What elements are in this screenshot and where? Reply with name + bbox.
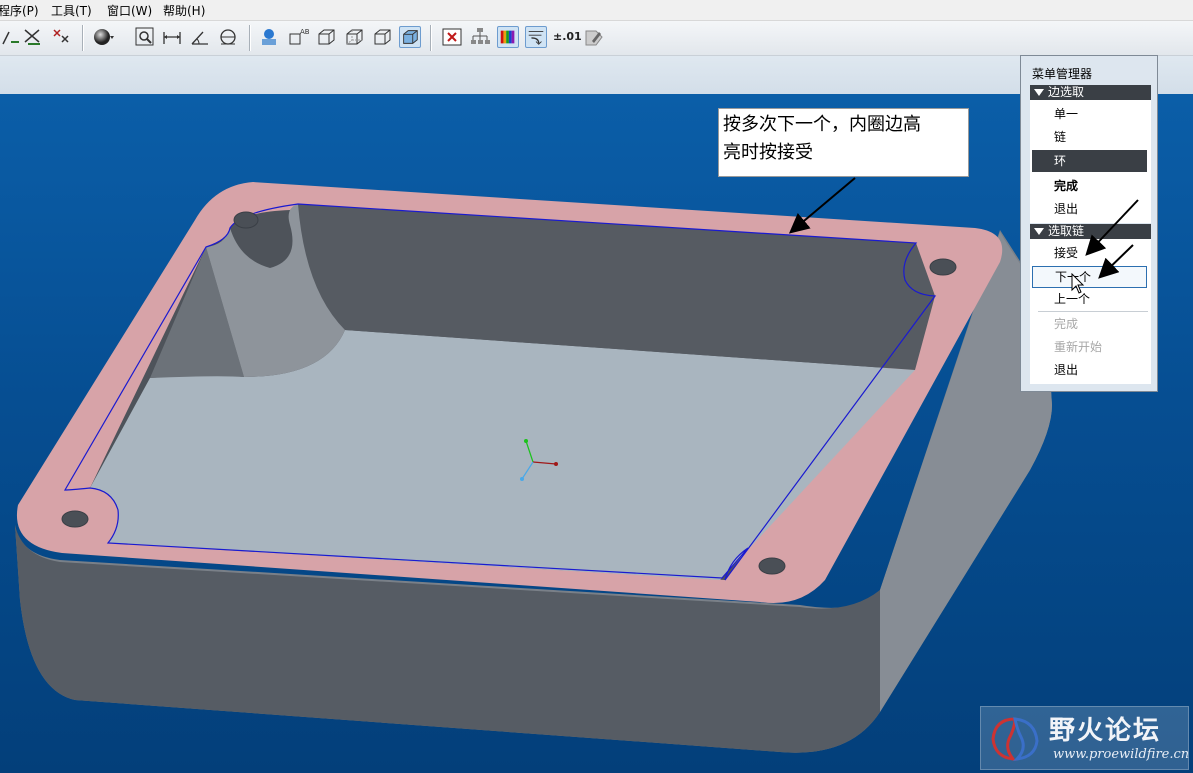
menu-item-chain[interactable]: 链 xyxy=(1032,126,1147,148)
edit-icon[interactable] xyxy=(583,26,605,48)
menu-item-done[interactable]: 完成 xyxy=(1032,175,1147,197)
screw-hole xyxy=(929,258,957,276)
menu-item-quit[interactable]: 退出 xyxy=(1032,198,1147,220)
toolbar-strip xyxy=(0,56,1193,94)
section-chain-select[interactable]: 选取链 xyxy=(1030,224,1151,239)
hidden-line-icon[interactable] xyxy=(343,26,365,48)
collapse-triangle-icon[interactable] xyxy=(1034,89,1044,96)
menu-manager-panel: 菜单管理器 边选取 单一 链 环 完成 退出 选取链 接受 下一个 上一个 完成… xyxy=(1020,55,1158,392)
mouse-cursor-icon xyxy=(1071,273,1085,294)
menu-item-accept[interactable]: 接受 xyxy=(1032,242,1147,264)
screw-hole xyxy=(758,557,786,575)
menu-help[interactable]: 帮助(H) xyxy=(163,2,205,19)
wireframe-icon[interactable] xyxy=(315,26,337,48)
menu-item-single[interactable]: 单一 xyxy=(1032,103,1147,125)
screw-hole xyxy=(233,211,259,229)
color-appearance-icon[interactable] xyxy=(497,26,519,48)
toolbar: AB ±.01 xyxy=(0,21,1193,56)
annotation-callout: 按多次下一个，内圈边高 亮时按接受 xyxy=(718,108,969,177)
datum-display-icon[interactable] xyxy=(258,26,280,48)
annotation-icon[interactable]: AB xyxy=(287,26,309,48)
close-window-icon[interactable] xyxy=(441,26,463,48)
delete-segment-icon[interactable] xyxy=(50,26,72,48)
zoom-fit-icon[interactable] xyxy=(134,26,156,48)
tolerance-icon[interactable]: ±.01 xyxy=(553,26,582,48)
trim-icon[interactable] xyxy=(22,26,44,48)
menu-item-loop[interactable]: 环 xyxy=(1032,150,1147,172)
watermark-title: 野火论坛 xyxy=(1049,716,1162,746)
menu-item-done-disabled: 完成 xyxy=(1054,317,1079,331)
edge-select-list: 单一 链 环 完成 退出 xyxy=(1030,100,1151,223)
screw-hole xyxy=(61,510,89,528)
chain-select-list: 接受 下一个 上一个 完成 重新开始 退出 xyxy=(1030,239,1151,384)
section-edge-select-label: 边选取 xyxy=(1048,85,1085,99)
menu-item-quit-chain[interactable]: 退出 xyxy=(1032,359,1147,381)
section-chain-select-label: 选取链 xyxy=(1048,224,1085,238)
svg-text:AB: AB xyxy=(300,28,309,36)
shading-sphere-icon[interactable] xyxy=(92,26,114,48)
forum-logo-icon xyxy=(991,717,1039,761)
menu-window[interactable]: 窗口(W) xyxy=(107,2,152,19)
menu-item-restart: 重新开始 xyxy=(1054,340,1103,354)
callout-line-2: 亮时按接受 xyxy=(723,142,813,163)
callout-line-1: 按多次下一个，内圈边高 xyxy=(723,114,921,135)
sketch-constraint-icon[interactable] xyxy=(0,26,22,48)
menu-manager-title: 菜单管理器 xyxy=(1032,67,1093,81)
menu-item-next[interactable]: 下一个 xyxy=(1032,266,1147,288)
menu-bar: 程序(P) 工具(T) 窗口(W) 帮助(H) xyxy=(0,0,1193,21)
menu-item-previous[interactable]: 上一个 xyxy=(1032,288,1147,310)
section-edge-select[interactable]: 边选取 xyxy=(1030,85,1151,100)
shaded-icon[interactable] xyxy=(399,26,421,48)
dimension-icon[interactable] xyxy=(161,26,183,48)
menu-tools[interactable]: 工具(T) xyxy=(51,2,92,19)
menu-program[interactable]: 程序(P) xyxy=(0,2,39,19)
graphics-viewport[interactable] xyxy=(0,94,1193,773)
radius-dimension-icon[interactable] xyxy=(217,26,239,48)
angle-dimension-icon[interactable] xyxy=(189,26,211,48)
model-enclosure[interactable] xyxy=(0,94,1193,773)
collapse-triangle-icon[interactable] xyxy=(1034,228,1044,235)
watermark-url: www.proewildfire.cn xyxy=(1053,747,1190,762)
watermark: 野火论坛 www.proewildfire.cn xyxy=(980,706,1189,770)
model-tree-icon[interactable] xyxy=(469,26,491,48)
regenerate-icon[interactable] xyxy=(525,26,547,48)
no-hidden-icon[interactable] xyxy=(371,26,393,48)
